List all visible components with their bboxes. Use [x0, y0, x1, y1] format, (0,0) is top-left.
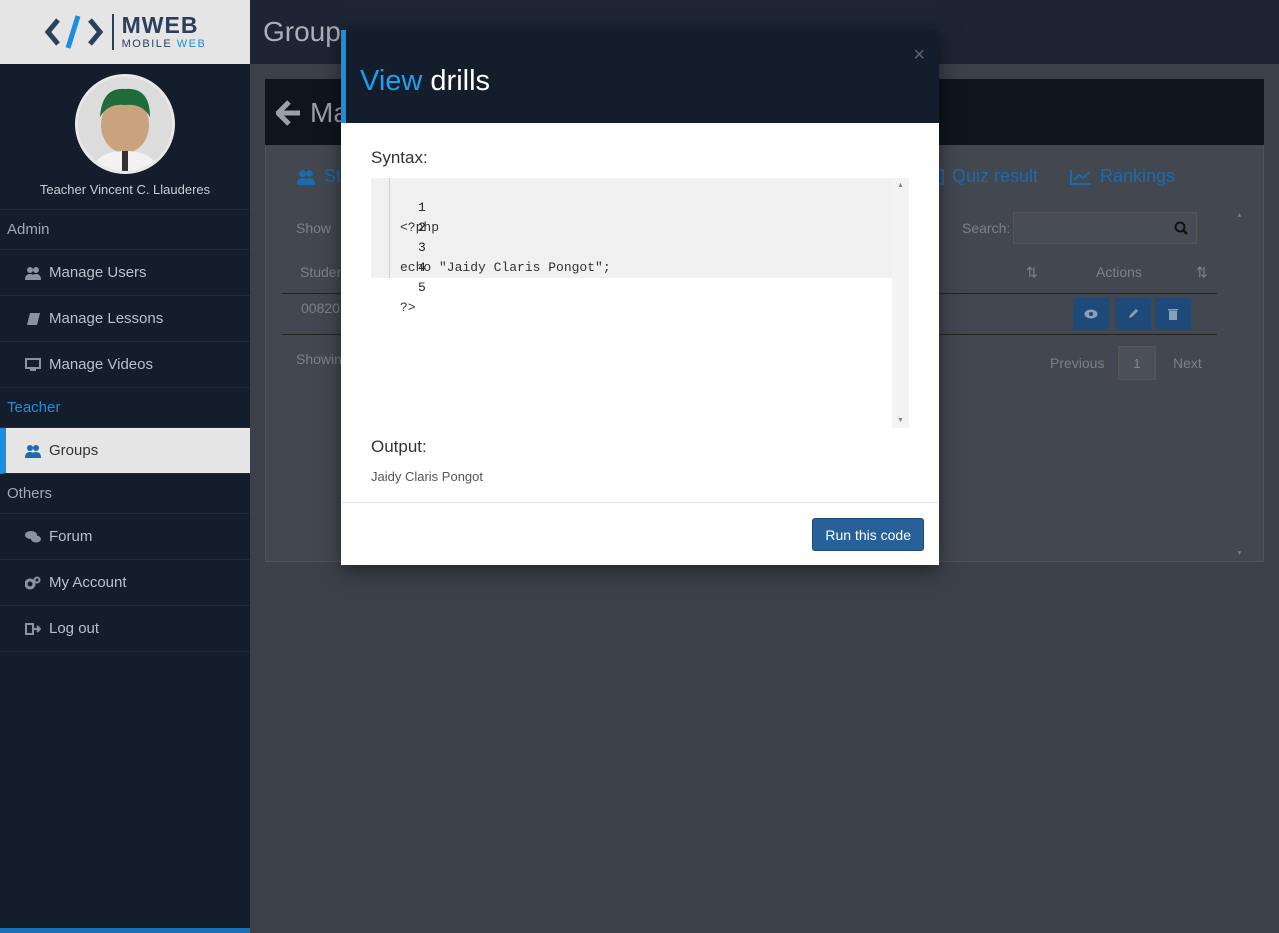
eye-icon — [1084, 309, 1098, 319]
logo[interactable]: MWEB MOBILE WEB — [0, 0, 250, 64]
code-editor[interactable]: 1 <?php 2 3 echo "Jaidy Claris Pongot"; … — [371, 178, 909, 428]
profile-name: Teacher Vincent C. Llauderes — [39, 182, 211, 197]
pagination-previous[interactable]: Previous — [1050, 355, 1104, 371]
line-number: 5 — [418, 280, 426, 295]
tab-rankings[interactable]: Rankings — [1070, 166, 1175, 187]
scroll-up-icon[interactable]: ▲ — [1236, 212, 1243, 219]
nav-section-admin: Admin — [0, 210, 250, 250]
row-student-id: 00820 — [301, 300, 340, 316]
code-line: 5 ?> — [371, 258, 426, 315]
comments-icon — [25, 529, 41, 545]
panel-scrollbar[interactable]: ▲ ▼ — [1234, 212, 1246, 557]
sidebar-item-forum[interactable]: Forum — [0, 514, 250, 560]
pencil-icon — [1129, 309, 1138, 318]
sidebar-item-label: Manage Lessons — [49, 310, 164, 327]
logo-subtitle-mobile: MOBILE — [121, 38, 173, 50]
scroll-down-icon[interactable]: ▼ — [897, 417, 904, 424]
pagination-next[interactable]: Next — [1173, 355, 1202, 371]
search-input[interactable] — [1013, 212, 1197, 244]
line-text: echo "Jaidy Claris Pongot"; — [400, 260, 611, 275]
trash-icon — [1168, 309, 1178, 320]
show-entries-label: Show — [296, 220, 332, 236]
cogs-icon — [25, 575, 41, 591]
nav-section-others: Others — [0, 474, 250, 514]
output-label: Output: — [371, 437, 427, 456]
monitor-icon — [25, 357, 41, 373]
logo-title: MWEB — [121, 12, 199, 38]
book-icon — [25, 311, 41, 327]
profile-card: Teacher Vincent C. Llauderes — [0, 64, 250, 210]
tab-label: Quiz result — [952, 166, 1039, 186]
view-button[interactable] — [1073, 298, 1109, 330]
sidebar-item-label: Log out — [49, 620, 100, 637]
sort-icon[interactable]: ⇅ — [1196, 264, 1208, 281]
editor-scrollbar[interactable]: ▲ ▼ — [892, 178, 909, 428]
scroll-down-icon[interactable]: ▼ — [1236, 550, 1243, 557]
nav-section-teacher: Teacher — [0, 388, 250, 428]
sign-out-icon — [25, 621, 41, 637]
sidebar-item-manage-users[interactable]: Manage Users — [0, 250, 250, 296]
sidebar-item-groups[interactable]: Groups — [0, 428, 250, 474]
page-title-prefix: Group — [263, 16, 341, 47]
sidebar-item-manage-videos[interactable]: Manage Videos — [0, 342, 250, 388]
tab-students[interactable]: St — [296, 166, 341, 187]
close-icon[interactable]: × — [913, 44, 925, 67]
tab-quiz-result[interactable]: Quiz result — [932, 166, 1038, 187]
code-line: 1 <?php — [371, 178, 439, 235]
sidebar-item-my-account[interactable]: My Account — [0, 560, 250, 606]
search-label: Search: — [962, 220, 1011, 236]
code-brackets-logo-icon — [44, 15, 103, 49]
back-link[interactable]: Ma — [276, 97, 349, 129]
line-chart-icon — [1070, 169, 1091, 185]
modal-footer: Run this code — [341, 502, 939, 565]
tab-label: Rankings — [1100, 166, 1176, 186]
sidebar-item-label: My Account — [49, 574, 127, 591]
syntax-label: Syntax: — [371, 148, 428, 167]
logo-divider — [111, 14, 114, 50]
logo-subtitle: MOBILE WEB — [122, 39, 207, 50]
modal-title: View drills — [360, 65, 490, 98]
modal-title-rest: drills — [430, 65, 491, 97]
code-line: 4 — [371, 238, 426, 275]
logo-subtitle-web: WEB — [176, 38, 207, 50]
avatar-image — [78, 77, 172, 171]
modal-title-highlight: View — [360, 65, 423, 97]
sidebar-item-log-out[interactable]: Log out — [0, 606, 250, 652]
search-icon — [1174, 221, 1188, 235]
column-header-actions[interactable]: Actions — [1096, 264, 1142, 280]
code-line: 3 echo "Jaidy Claris Pongot"; — [371, 218, 611, 275]
sidebar-item-label: Manage Users — [49, 264, 147, 281]
sidebar-item-manage-lessons[interactable]: Manage Lessons — [0, 296, 250, 342]
modal-header: View drills × — [341, 30, 939, 123]
arrow-left-icon — [276, 100, 300, 126]
showing-entries-text: Showin — [296, 351, 342, 367]
run-code-button[interactable]: Run this code — [812, 518, 924, 551]
code-line: 2 — [371, 198, 426, 235]
users-icon — [25, 443, 41, 459]
edit-button[interactable] — [1115, 298, 1151, 330]
avatar[interactable] — [75, 74, 175, 174]
page-title: Group — [263, 16, 341, 48]
delete-button[interactable] — [1155, 298, 1191, 330]
users-icon — [296, 169, 316, 185]
sort-icon[interactable]: ⇅ — [1026, 264, 1038, 281]
sidebar-item-label: Manage Videos — [49, 356, 153, 373]
logo-text: MWEB MOBILE WEB — [122, 14, 207, 50]
users-icon — [25, 265, 41, 281]
sidebar: MWEB MOBILE WEB Teacher Vincent C. Llaud… — [0, 0, 250, 933]
line-text: ?> — [400, 300, 416, 315]
view-drills-modal: View drills × Syntax: 1 <?php 2 3 echo "… — [341, 30, 939, 565]
sidebar-item-label: Forum — [49, 528, 93, 545]
column-header-student[interactable]: Studen — [300, 264, 344, 280]
tab-label: St — [324, 166, 342, 186]
bottom-strip — [0, 928, 250, 933]
output-text: Jaidy Claris Pongot — [371, 469, 483, 484]
scroll-up-icon[interactable]: ▲ — [897, 182, 904, 189]
pagination-page[interactable]: 1 — [1118, 346, 1156, 380]
sidebar-item-label: Groups — [49, 442, 99, 459]
